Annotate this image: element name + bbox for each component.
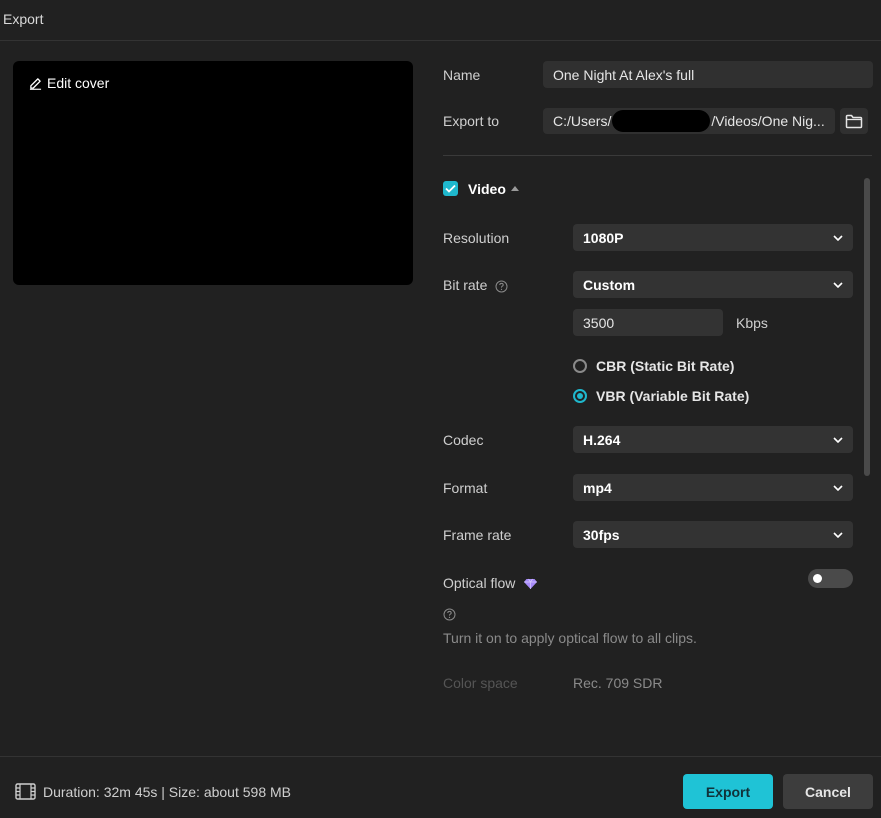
optical-flow-hint: Turn it on to apply optical flow to all … [443,630,697,646]
title-bar: Export [0,0,881,41]
bit-rate-kbps-value: 3500 [583,314,615,331]
chevron-down-icon [833,531,843,538]
duration-size-text: Duration: 32m 45s | Size: about 598 MB [43,783,291,800]
checkmark-icon [445,184,456,193]
format-select[interactable]: mp4 [573,474,853,501]
vbr-label[interactable]: VBR (Variable Bit Rate) [596,388,749,404]
bit-rate-kbps-input[interactable]: 3500 [573,309,723,336]
frame-rate-value: 30fps [583,526,620,543]
codec-select[interactable]: H.264 [573,426,853,453]
resolution-select[interactable]: 1080P [573,224,853,251]
optical-flow-toggle[interactable] [808,569,853,588]
frame-rate-select[interactable]: 30fps [573,521,853,548]
pencil-icon [29,77,42,90]
chevron-down-icon [833,484,843,491]
dialog-footer: Duration: 32m 45s | Size: about 598 MB E… [0,756,881,818]
bit-rate-select[interactable]: Custom [573,271,853,298]
format-label: Format [443,480,488,496]
video-checkbox[interactable] [443,181,458,196]
chevron-down-icon [833,281,843,288]
name-input[interactable]: One Night At Alex's full [543,61,873,88]
codec-value: H.264 [583,431,621,448]
name-value: One Night At Alex's full [553,66,695,83]
export-path-input[interactable]: C:/Users/ /Videos/One Nig... [543,108,835,134]
export-info: Duration: 32m 45s | Size: about 598 MB [15,783,291,800]
window-title: Export [3,11,44,27]
bit-rate-label-group: Bit rate [443,277,508,293]
name-label: Name [443,67,481,83]
format-value: mp4 [583,479,612,496]
cover-preview[interactable]: Edit cover [13,61,413,285]
cancel-button[interactable]: Cancel [783,774,873,809]
chevron-down-icon [833,234,843,241]
section-divider [443,155,872,156]
help-icon[interactable] [495,280,508,293]
video-section-title: Video [468,181,506,197]
export-to-label: Export to [443,113,500,129]
help-icon[interactable] [443,608,456,621]
export-button[interactable]: Export [683,774,773,809]
settings-scrollbar[interactable] [864,178,870,476]
folder-icon [845,114,863,128]
frame-rate-label: Frame rate [443,527,512,543]
premium-diamond-icon [524,579,538,590]
film-icon [15,783,36,800]
resolution-value: 1080P [583,229,624,246]
cbr-radio[interactable] [573,359,587,373]
optical-flow-label: Optical flow [443,575,516,591]
color-space-value: Rec. 709 SDR [573,675,663,691]
vbr-radio[interactable] [573,389,587,403]
codec-label: Codec [443,432,484,448]
bit-rate-label: Bit rate [443,277,488,293]
resolution-label: Resolution [443,230,510,246]
edit-cover-label: Edit cover [47,75,110,91]
optical-flow-label-group: Optical flow [443,575,538,591]
chevron-down-icon [833,436,843,443]
browse-folder-button[interactable] [840,108,868,134]
collapse-caret-icon[interactable] [511,186,519,191]
edit-cover-button[interactable]: Edit cover [29,75,109,91]
export-path-start: C:/Users/ [553,113,612,129]
export-path-end: /Videos/One Nig... [711,113,825,129]
redacted-path-segment [612,110,711,132]
bit-rate-unit: Kbps [736,315,768,331]
color-space-label: Color space [443,675,518,691]
bit-rate-value: Custom [583,276,636,293]
cbr-label[interactable]: CBR (Static Bit Rate) [596,358,734,374]
